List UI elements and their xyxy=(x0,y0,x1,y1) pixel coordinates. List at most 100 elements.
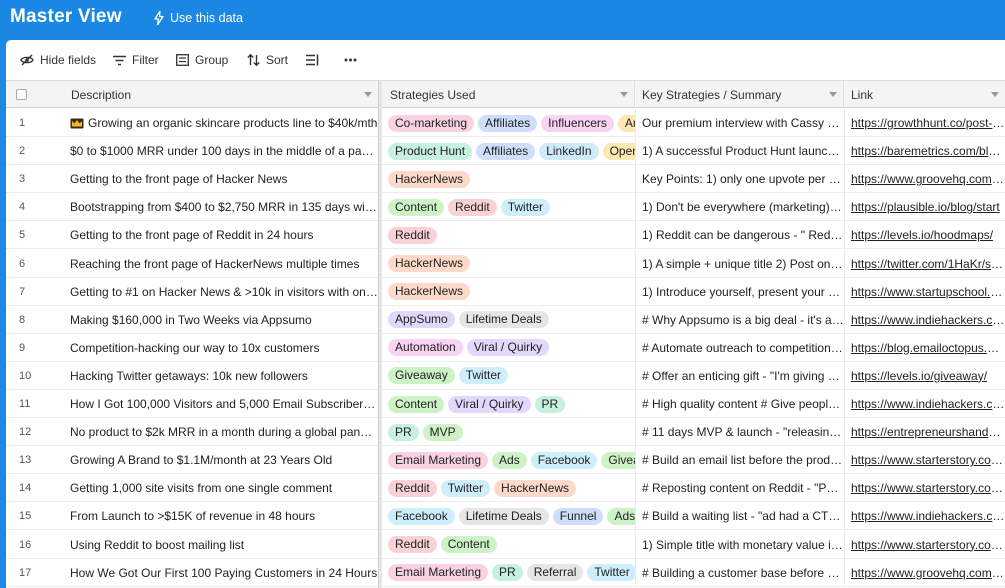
strategies-cell[interactable]: HackerNews xyxy=(382,278,635,306)
key-strategies-cell[interactable]: # Why Appsumo is a big deal - it's a hug… xyxy=(635,305,844,334)
link-url[interactable]: https://www.indiehackers.com/post xyxy=(851,397,1005,411)
link-cell[interactable]: https://levels.io/giveaway/ xyxy=(844,361,1005,390)
link-cell[interactable]: https://www.indiehackers.com/post xyxy=(844,390,1005,418)
link-url[interactable]: https://www.indiehackers.com/post xyxy=(851,313,1005,327)
table-row[interactable]: 5 Getting to the front page of Reddit in … xyxy=(6,221,1005,250)
link-url[interactable]: https://www.groovehq.com/blog xyxy=(851,172,1005,186)
strategies-cell[interactable]: Reddit Twitter HackerNews xyxy=(382,474,635,502)
table-row[interactable]: 13 Growing A Brand to $1.1M/month at 23 Y… xyxy=(6,446,1005,475)
link-url[interactable]: https://blog.emailoctopus.com/post xyxy=(851,341,1005,355)
description-cell[interactable]: How We Got Our First 100 Paying Customer… xyxy=(64,559,378,587)
use-this-data-button[interactable]: Use this data xyxy=(154,9,243,27)
link-cell[interactable]: https://baremetrics.com/blog/zero xyxy=(844,137,1005,166)
table-row[interactable]: 11 How I Got 100,000 Visitors and 5,000 E… xyxy=(6,390,1005,419)
strategies-cell[interactable]: Co-marketingAffiliatesInfluencersAmazon xyxy=(382,109,635,137)
link-cell[interactable]: https://www.starterstory.com/stories xyxy=(844,530,1005,559)
description-cell[interactable]: How I Got 100,000 Visitors and 5,000 Ema… xyxy=(64,390,378,418)
filter-button[interactable]: Filter xyxy=(113,52,159,68)
link-url[interactable]: https://www.indiehackers.com/post xyxy=(851,509,1005,523)
description-cell[interactable]: Growing an organic skincare products lin… xyxy=(64,109,378,137)
link-cell[interactable]: https://www.indiehackers.com/post xyxy=(844,502,1005,531)
link-url[interactable]: https://www.starterstory.com/stories xyxy=(851,453,1005,467)
link-cell[interactable]: https://www.groovehq.com/blog xyxy=(844,165,1005,194)
hide-fields-button[interactable]: Hide fields xyxy=(20,52,96,68)
description-cell[interactable]: Growing A Brand to $1.1M/month at 23 Yea… xyxy=(64,446,378,474)
strategies-cell[interactable]: AppSumo Lifetime Deals xyxy=(382,306,635,334)
description-cell[interactable]: Competition-hacking our way to 10x custo… xyxy=(64,334,378,362)
table-row[interactable]: 4 Bootstrapping from $400 to $2,750 MRR i… xyxy=(6,193,1005,222)
link-url[interactable]: https://twitter.com/1HaKr/status xyxy=(851,257,1005,271)
table-row[interactable]: 7 Getting to #1 on Hacker News & >10k in … xyxy=(6,277,1005,306)
link-cell[interactable]: https://entrepreneurshandbook.co/post xyxy=(844,418,1005,447)
strategies-cell[interactable]: FacebookLifetime DealsFunnelAdsContent xyxy=(382,502,635,530)
table-row[interactable]: 1 Growing an organic skincare products li… xyxy=(6,109,1005,138)
key-strategies-cell[interactable]: 1) Introduce yourself, present your proj… xyxy=(635,277,844,306)
table-row[interactable]: 16 Using Reddit to boost mailing list Redd… xyxy=(6,530,1005,559)
table-row[interactable]: 2 $0 to $1000 MRR under 100 days in the m… xyxy=(6,137,1005,166)
strategies-cell[interactable]: Giveaway Twitter xyxy=(382,362,635,390)
group-button[interactable]: Group xyxy=(176,52,228,68)
strategies-cell[interactable]: Content Reddit Twitter xyxy=(382,193,635,221)
table-row[interactable]: 9 Competition-hacking our way to 10x cust… xyxy=(6,333,1005,362)
key-strategies-cell[interactable]: # 11 days MVP & launch - "releasing earl… xyxy=(635,418,844,447)
key-strategies-cell[interactable]: Our premium interview with Cassy Burleso… xyxy=(635,109,844,137)
link-cell[interactable]: https://www.starterstory.com/stories xyxy=(844,474,1005,503)
description-cell[interactable]: Getting to the front page of Reddit in 2… xyxy=(64,221,378,249)
description-cell[interactable]: Reaching the front page of HackerNews mu… xyxy=(64,250,378,278)
strategies-cell[interactable]: PR MVP xyxy=(382,418,635,446)
key-strategies-cell[interactable]: # Building a customer base before having xyxy=(635,558,844,587)
link-url[interactable]: https://growthhunt.co/post-123 xyxy=(851,116,1005,130)
key-strategies-cell[interactable]: 1) Reddit can be dangerous - " Reddit is xyxy=(635,221,844,250)
chevron-down-icon[interactable] xyxy=(829,92,837,97)
link-url[interactable]: https://www.starterstory.com/stories xyxy=(851,538,1005,552)
strategies-cell[interactable]: HackerNews xyxy=(382,165,635,193)
link-url[interactable]: https://entrepreneurshandbook.co/post xyxy=(851,425,1005,439)
key-strategies-cell[interactable]: # Offer an enticing gift - "I'm giving a… xyxy=(635,361,844,390)
row-height-button[interactable] xyxy=(306,52,319,68)
strategies-cell[interactable]: Reddit xyxy=(382,221,635,249)
description-cell[interactable]: Getting to #1 on Hacker News & >10k in v… xyxy=(64,278,378,306)
strategies-cell[interactable]: Email MarketingPRReferralTwitterContent xyxy=(382,559,635,587)
table-row[interactable]: 3 Getting to the front page of Hacker New… xyxy=(6,165,1005,194)
key-strategies-cell[interactable]: # Automate outreach to competition's use… xyxy=(635,333,844,362)
link-cell[interactable]: https://www.starterstory.com/stories xyxy=(844,446,1005,475)
link-url[interactable]: https://baremetrics.com/blog/zero xyxy=(851,144,1005,158)
header-link[interactable]: Link xyxy=(844,81,1005,108)
header-key-strategies[interactable]: Key Strategies / Summary xyxy=(635,81,844,108)
frozen-column-divider[interactable] xyxy=(378,81,382,588)
strategies-cell[interactable]: Automation Viral / Quirky xyxy=(382,334,635,362)
description-cell[interactable]: Using Reddit to boost mailing list xyxy=(64,531,378,559)
link-url[interactable]: https://www.startupschool.org/posts xyxy=(851,285,1005,299)
chevron-down-icon[interactable] xyxy=(991,92,999,97)
table-row[interactable]: 8 Making $160,000 in Two Weeks via Appsum… xyxy=(6,305,1005,334)
chevron-down-icon[interactable] xyxy=(364,92,372,97)
table-row[interactable]: 14 Getting 1,000 site visits from one sin… xyxy=(6,474,1005,503)
table-row[interactable]: 17 How We Got Our First 100 Paying Custom… xyxy=(6,558,1005,587)
link-url[interactable]: https://plausible.io/blog/start xyxy=(851,200,1000,214)
description-cell[interactable]: Getting 1,000 site visits from one singl… xyxy=(64,474,378,502)
select-all-checkbox[interactable] xyxy=(16,89,27,100)
description-cell[interactable]: $0 to $1000 MRR under 100 days in the mi… xyxy=(64,137,378,165)
key-strategies-cell[interactable]: 1) Don't be everywhere (marketing) - foc… xyxy=(635,193,844,222)
strategies-cell[interactable]: Product HuntAffiliatesLinkedInOpenSource xyxy=(382,137,635,165)
link-url[interactable]: https://levels.io/hoodmaps/ xyxy=(851,228,993,242)
table-row[interactable]: 6 Reaching the front page of HackerNews m… xyxy=(6,249,1005,278)
description-cell[interactable]: Hacking Twitter getaways: 10k new follow… xyxy=(64,362,378,390)
table-row[interactable]: 10 Hacking Twitter getaways: 10k new foll… xyxy=(6,361,1005,390)
header-select-all[interactable] xyxy=(6,81,64,108)
header-description[interactable]: Description xyxy=(64,81,378,108)
description-cell[interactable]: Bootstrapping from $400 to $2,750 MRR in… xyxy=(64,193,378,221)
key-strategies-cell[interactable]: # High quality content # Give people a r… xyxy=(635,390,844,418)
description-cell[interactable]: Getting to the front page of Hacker News xyxy=(64,165,378,193)
link-cell[interactable]: https://levels.io/hoodmaps/ xyxy=(844,221,1005,250)
strategies-cell[interactable]: HackerNews xyxy=(382,250,635,278)
key-strategies-cell[interactable]: # Reposting content on Reddit - "Posting xyxy=(635,474,844,503)
description-cell[interactable]: Making $160,000 in Two Weeks via Appsumo xyxy=(64,306,378,334)
description-cell[interactable]: From Launch to >$15K of revenue in 48 ho… xyxy=(64,502,378,530)
strategies-cell[interactable]: Email MarketingAdsFacebookGiveaway xyxy=(382,446,635,474)
table-row[interactable]: 12 No product to $2k MRR in a month durin… xyxy=(6,418,1005,447)
key-strategies-cell[interactable]: Key Points: 1) only one upvote per IP ad… xyxy=(635,165,844,194)
key-strategies-cell[interactable]: # Build an email list before the product… xyxy=(635,446,844,475)
view-title[interactable]: Master View xyxy=(10,6,122,28)
more-options-button[interactable] xyxy=(344,52,357,68)
